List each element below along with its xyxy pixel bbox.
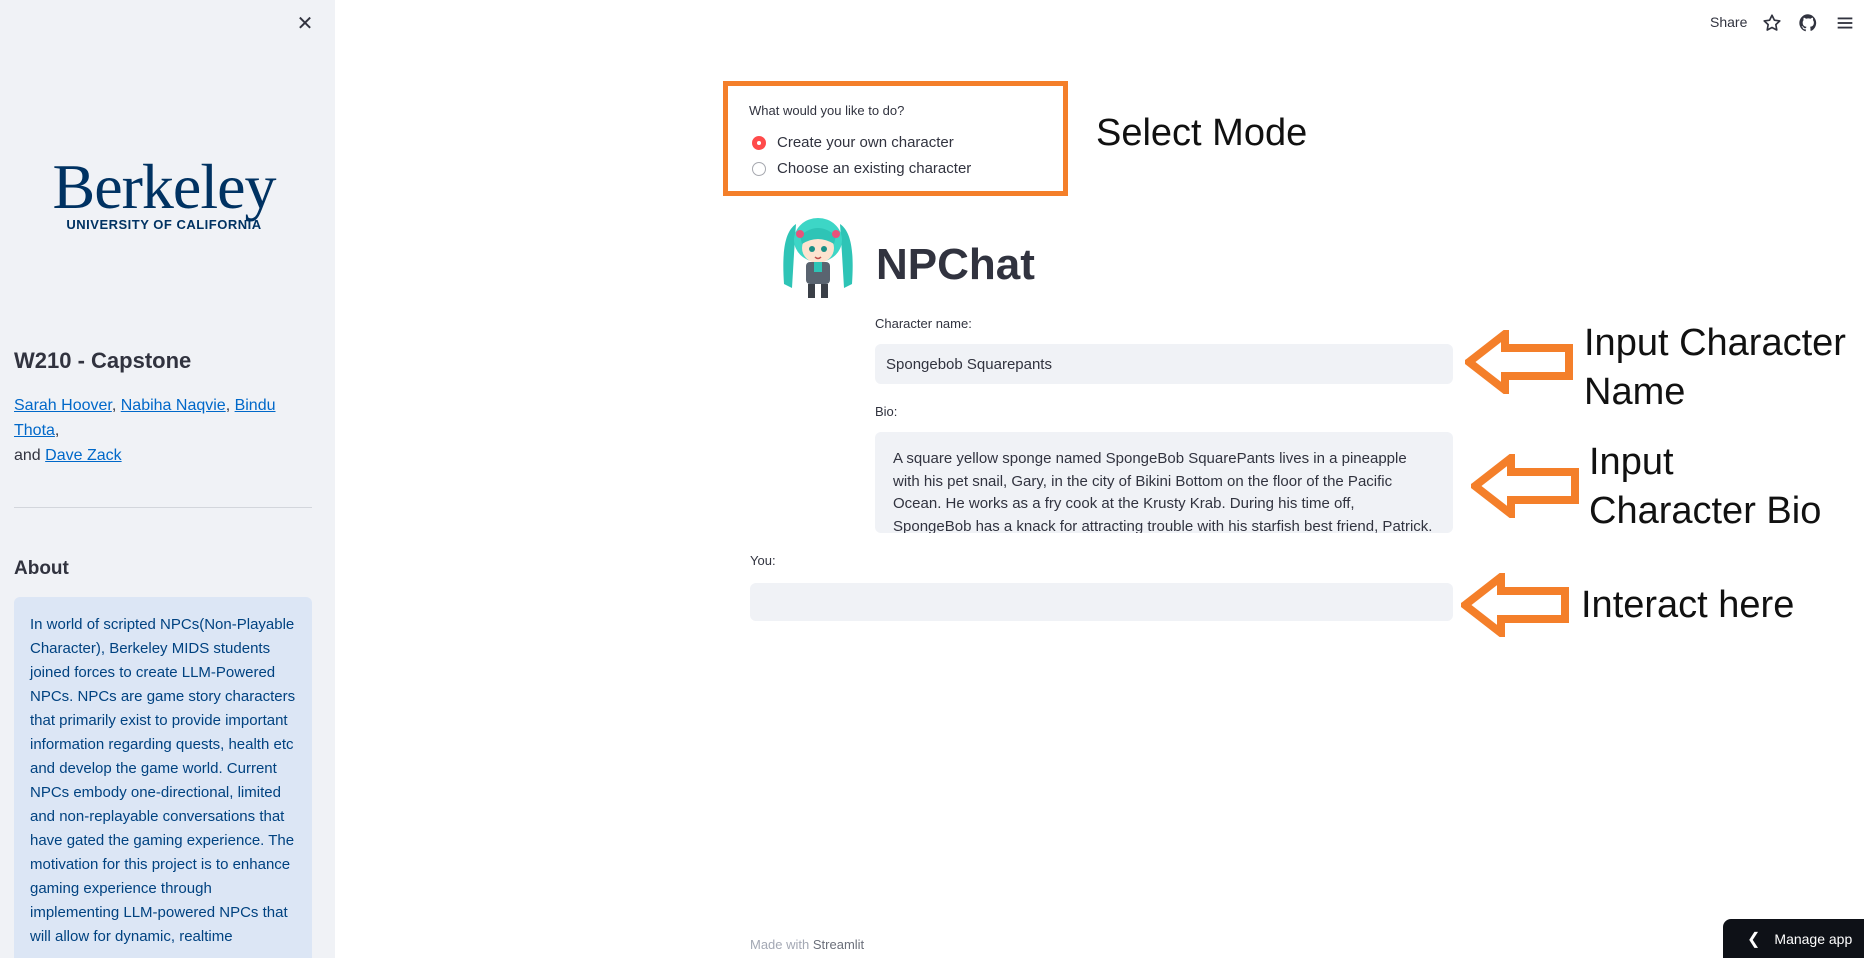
- radio-option-existing[interactable]: Choose an existing character: [752, 160, 971, 177]
- radio-option-create[interactable]: Create your own character: [752, 134, 954, 151]
- annotation-input-name: Input Character Name: [1584, 319, 1846, 417]
- annotation-interact: Interact here: [1581, 584, 1795, 626]
- you-label: You:: [750, 553, 776, 568]
- sidebar-divider: [14, 507, 312, 508]
- github-icon[interactable]: [1797, 12, 1819, 34]
- chat-input[interactable]: [750, 583, 1453, 621]
- annotation-arrow-name-icon: [1465, 330, 1573, 394]
- bio-label: Bio:: [875, 404, 898, 419]
- character-name-label: Character name:: [875, 316, 972, 331]
- berkeley-logo: Berkeley UNIVERSITY OF CALIFORNIA: [48, 151, 280, 233]
- annotation-input-bio-line1: Input: [1589, 441, 1674, 483]
- menu-icon[interactable]: [1834, 12, 1856, 34]
- character-name-input[interactable]: [875, 344, 1453, 384]
- radio-option-label: Choose an existing character: [777, 160, 972, 177]
- annotation-input-name-line2: Name: [1584, 371, 1686, 413]
- annotation-select-mode: Select Mode: [1096, 112, 1308, 154]
- manage-app-button[interactable]: ❮ Manage app: [1723, 919, 1864, 958]
- author-link-dave-zack[interactable]: Dave Zack: [45, 447, 121, 464]
- radio-checked-icon[interactable]: [752, 135, 766, 150]
- share-button[interactable]: Share: [1710, 14, 1747, 30]
- annotation-arrow-bio-icon: [1471, 454, 1579, 518]
- annotation-input-bio-line2: Character Bio: [1589, 490, 1822, 532]
- about-heading: About: [14, 558, 69, 579]
- annotation-arrow-interact-icon: [1461, 573, 1569, 637]
- sidebar-title: W210 - Capstone: [14, 348, 192, 373]
- footer-made-with: Made with: [750, 937, 810, 952]
- logo-wordmark: Berkeley: [52, 151, 277, 222]
- star-icon[interactable]: [1761, 12, 1783, 34]
- close-sidebar-icon[interactable]: ✕: [293, 12, 317, 36]
- radio-option-label: Create your own character: [777, 134, 954, 151]
- annotation-input-bio: Input Character Bio: [1589, 438, 1821, 536]
- annotation-input-name-line1: Input Character: [1584, 322, 1846, 364]
- manage-app-label: Manage app: [1774, 930, 1853, 947]
- author-link-sarah-hoover[interactable]: Sarah Hoover: [14, 397, 112, 414]
- about-info-box: In world of scripted NPCs(Non-Playable C…: [14, 597, 312, 958]
- chevron-left-icon: ❮: [1747, 930, 1761, 948]
- character-avatar: [783, 218, 853, 298]
- authors-and: and: [14, 447, 41, 464]
- radio-unchecked-icon[interactable]: [752, 161, 766, 176]
- logo-subtitle: UNIVERSITY OF CALIFORNIA: [66, 217, 262, 232]
- bio-textarea[interactable]: A square yellow sponge named SpongeBob S…: [875, 432, 1453, 533]
- mode-selector-highlight: What would you like to do? Create your o…: [723, 81, 1068, 196]
- authors-list: Sarah Hoover, Nabiha Naqvie, Bindu Thota…: [14, 397, 276, 464]
- author-link-nabiha-naqvie[interactable]: Nabiha Naqvie: [121, 397, 226, 414]
- footer: Made with Streamlit: [750, 937, 864, 952]
- page-title: NPChat: [876, 240, 1035, 289]
- footer-streamlit-link[interactable]: Streamlit: [813, 937, 864, 952]
- mode-question-label: What would you like to do?: [749, 103, 905, 118]
- sidebar: ✕ Berkeley UNIVERSITY OF CALIFORNIA W210…: [0, 0, 335, 958]
